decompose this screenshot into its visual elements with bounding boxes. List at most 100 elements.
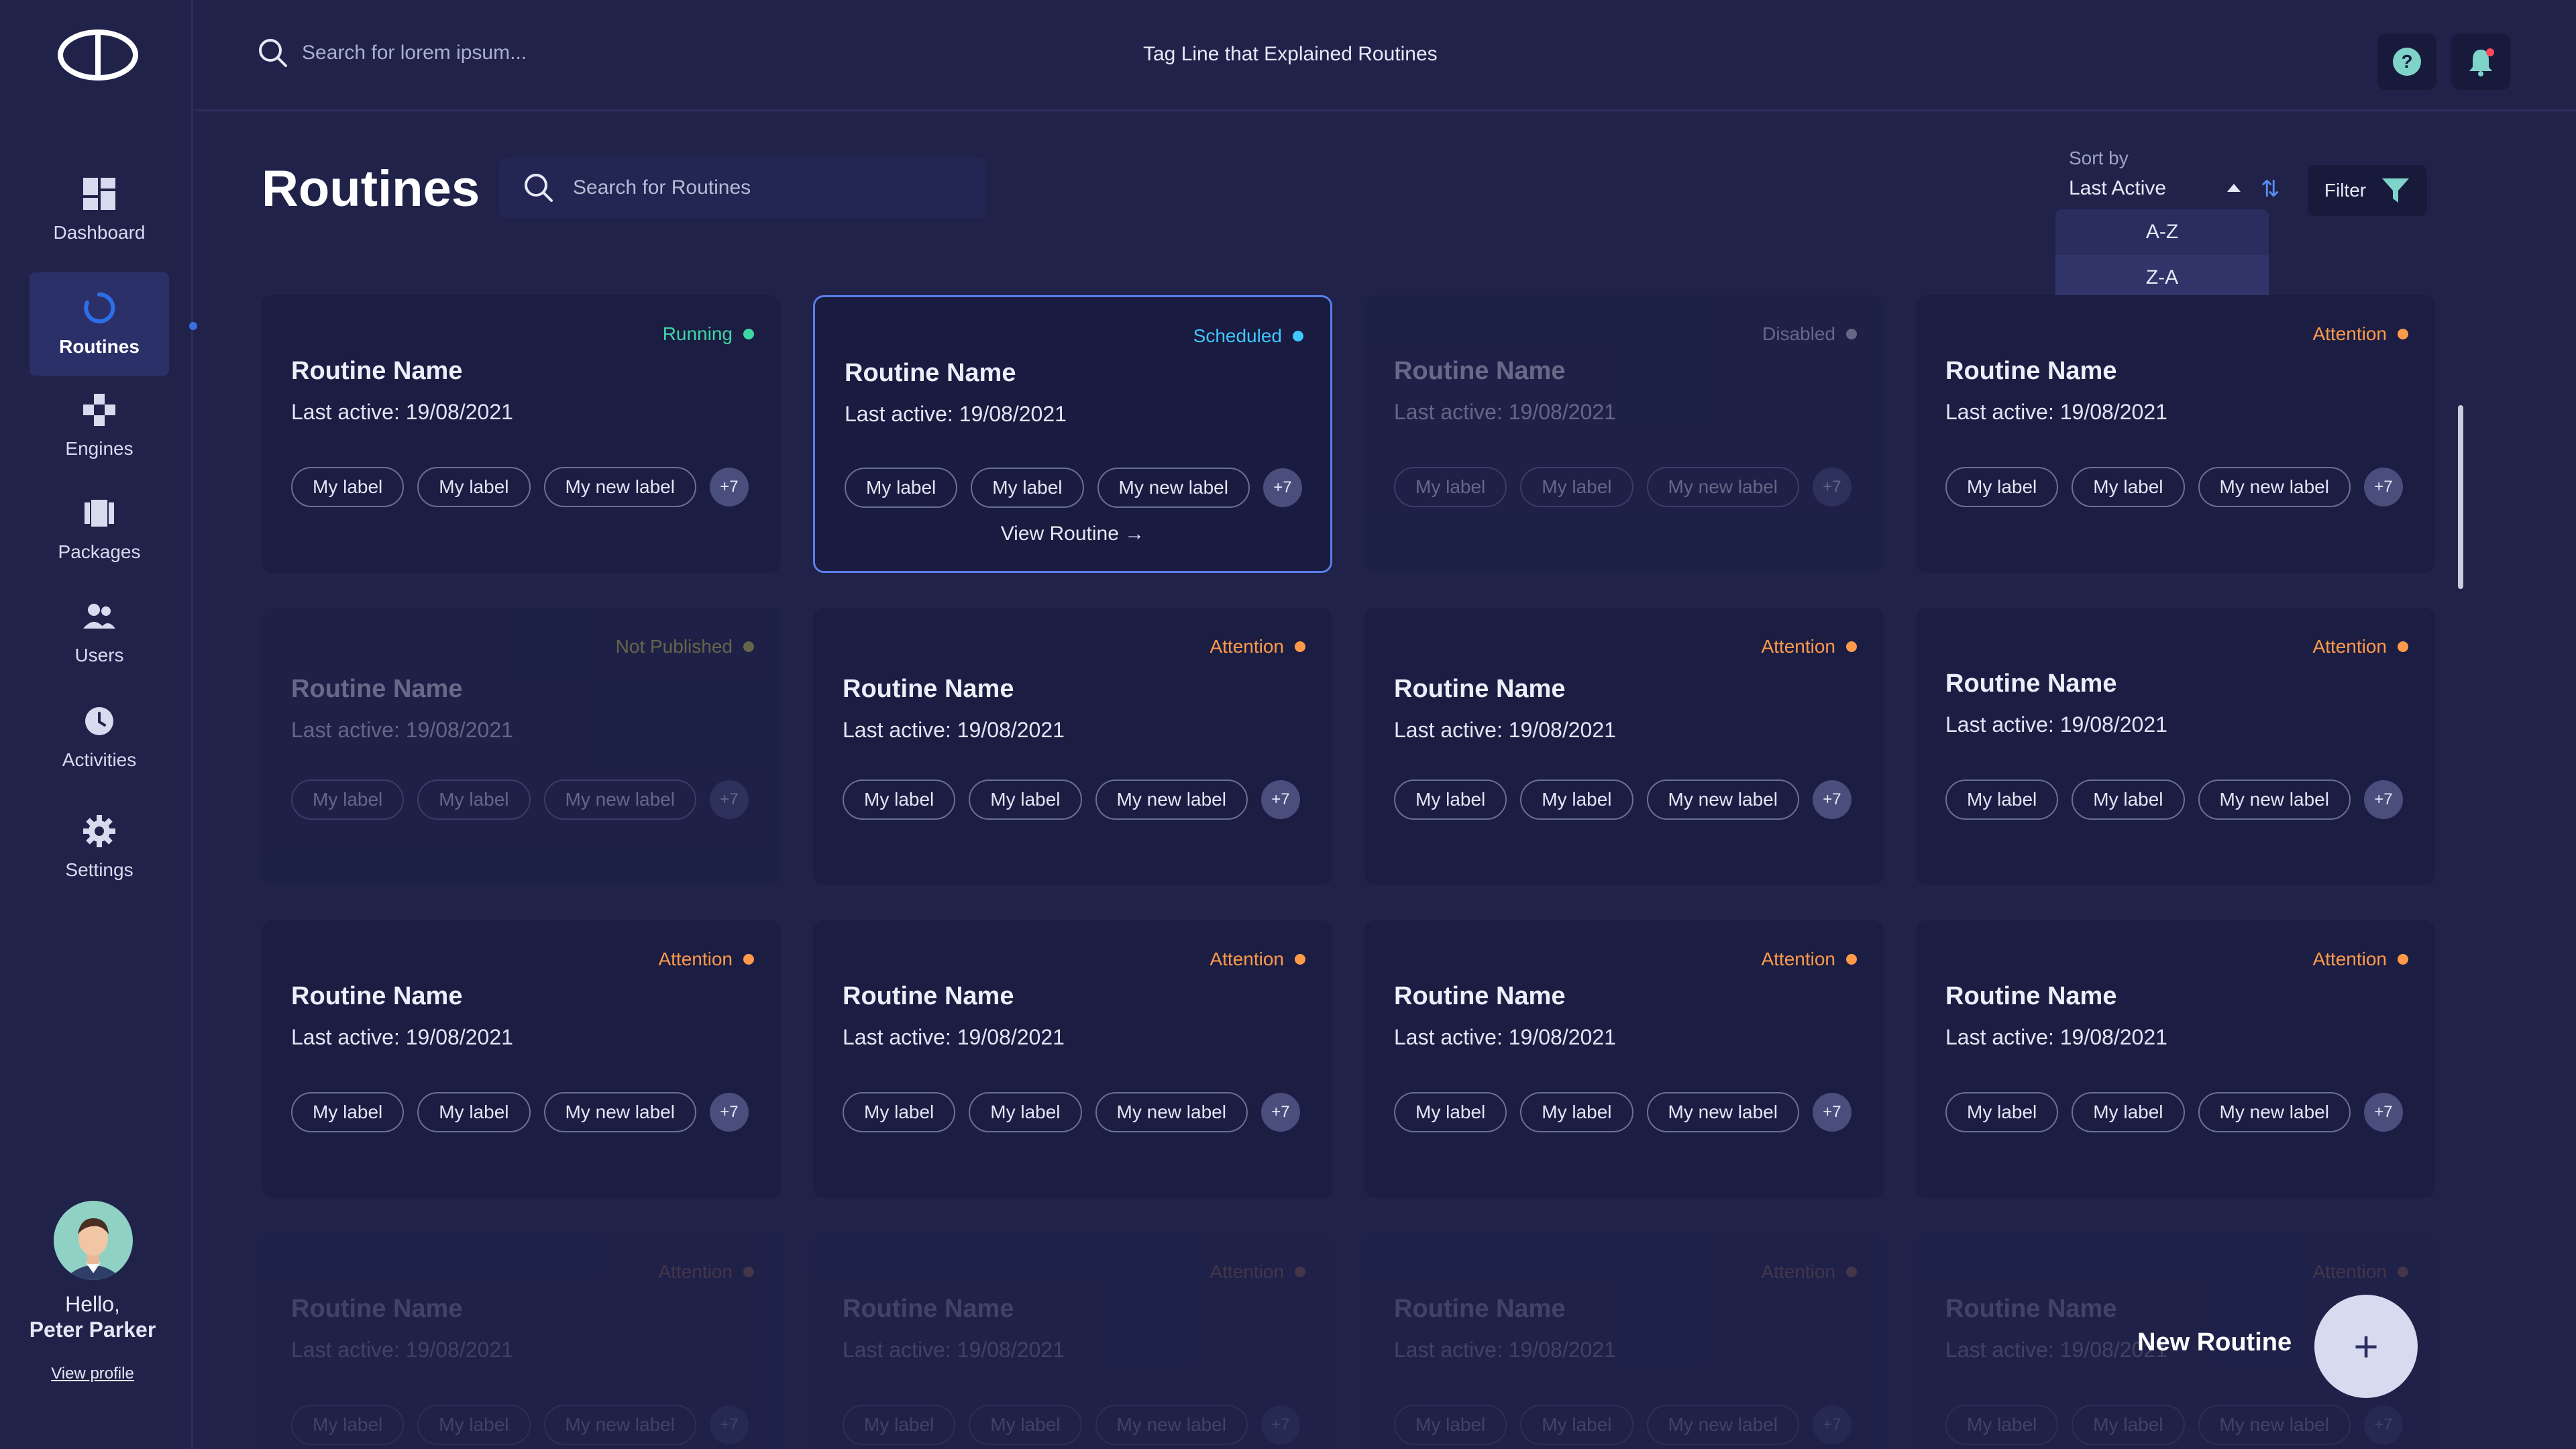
label-chip[interactable]: My label <box>1945 1405 2059 1445</box>
label-chip[interactable]: My new label <box>1646 1092 1799 1132</box>
sort-option-az[interactable]: A-Z <box>2055 209 2269 255</box>
label-chip[interactable]: My label <box>291 1092 405 1132</box>
routine-card[interactable]: Attention Routine Name Last active: 19/08/… <box>1916 608 2435 885</box>
sidebar-item-routines[interactable]: Routines <box>30 272 169 376</box>
more-labels-badge[interactable]: +7 <box>2363 1093 2403 1132</box>
routine-card[interactable]: Attention Routine Name Last active: 19/08/… <box>1364 608 1884 885</box>
label-chip[interactable]: My label <box>1945 780 2059 820</box>
more-labels-badge[interactable]: +7 <box>2363 468 2403 506</box>
routine-card[interactable]: Attention Routine Name Last active: 19/08/… <box>262 920 781 1198</box>
label-chip[interactable]: My label <box>1520 467 1633 507</box>
label-chip[interactable]: My new label <box>1646 1405 1799 1445</box>
more-labels-badge[interactable]: +7 <box>709 780 749 819</box>
label-chip[interactable]: My label <box>291 1405 405 1445</box>
label-chip[interactable]: My label <box>2072 1092 2185 1132</box>
add-routine-button[interactable]: + <box>2314 1295 2418 1398</box>
global-search-input[interactable]: Search for lorem ipsum... <box>302 42 527 64</box>
caret-up-icon[interactable] <box>2227 184 2241 192</box>
sort-select[interactable]: Last Active <box>2069 177 2166 200</box>
routine-card[interactable]: Scheduled Routine Name Last active: 19/08/… <box>813 295 1332 573</box>
label-chip[interactable]: My new label <box>1646 780 1799 820</box>
sidebar-item-users[interactable]: Users <box>30 581 169 684</box>
routine-card[interactable]: Attention Routine Name Last active: 19/08/… <box>1916 920 2435 1198</box>
label-chip[interactable]: My new label <box>543 1092 696 1132</box>
label-chip[interactable]: My label <box>1520 1405 1633 1445</box>
sidebar-item-dashboard[interactable]: Dashboard <box>30 158 169 262</box>
sort-option-za[interactable]: Z-A <box>2055 255 2269 301</box>
sidebar-item-packages[interactable]: Packages <box>30 478 169 581</box>
routine-card[interactable]: Attention Routine Name Last active: 19/08/… <box>813 1233 1332 1449</box>
label-chip[interactable]: My new label <box>1097 468 1250 508</box>
routine-card[interactable]: Attention Routine Name Last active: 19/08/… <box>813 920 1332 1198</box>
avatar[interactable] <box>54 1201 133 1280</box>
label-chip[interactable]: My new label <box>1095 1405 1248 1445</box>
label-chip[interactable]: My new label <box>543 780 696 820</box>
label-chip[interactable]: My label <box>1945 1092 2059 1132</box>
more-labels-badge[interactable]: +7 <box>1260 780 1300 819</box>
label-chip[interactable]: My label <box>845 468 958 508</box>
label-chip[interactable]: My label <box>1394 1405 1507 1445</box>
more-labels-badge[interactable]: +7 <box>1260 1093 1300 1132</box>
routine-card[interactable]: Attention Routine Name Last active: 19/08/… <box>262 1233 781 1449</box>
more-labels-badge[interactable]: +7 <box>1812 1093 1851 1132</box>
more-labels-badge[interactable]: +7 <box>2363 780 2403 819</box>
label-chip[interactable]: My new label <box>2198 467 2351 507</box>
routine-card[interactable]: Attention Routine Name Last active: 19/08/… <box>1916 295 2435 573</box>
routine-card[interactable]: Attention Routine Name Last active: 19/08/… <box>1364 920 1884 1198</box>
label-chip[interactable]: My label <box>2072 467 2185 507</box>
label-chip[interactable]: My label <box>969 1405 1082 1445</box>
label-chip[interactable]: My label <box>417 1092 531 1132</box>
label-chip[interactable]: My label <box>417 780 531 820</box>
label-chip[interactable]: My label <box>291 467 405 507</box>
routine-search-input[interactable]: Search for Routines <box>499 157 986 219</box>
label-chip[interactable]: My new label <box>1095 780 1248 820</box>
label-chip[interactable]: My label <box>1394 1092 1507 1132</box>
label-chip[interactable]: My label <box>2072 1405 2185 1445</box>
filter-button[interactable]: Filter <box>2308 165 2427 216</box>
routine-card[interactable]: Running Routine Name Last active: 19/08/20… <box>262 295 781 573</box>
label-chip[interactable]: My label <box>969 1092 1082 1132</box>
label-chip[interactable]: My label <box>417 1405 531 1445</box>
label-chip[interactable]: My label <box>417 467 531 507</box>
notifications-button[interactable] <box>2451 34 2510 90</box>
more-labels-badge[interactable]: +7 <box>709 1093 749 1132</box>
label-chip[interactable]: My new label <box>1095 1092 1248 1132</box>
sidebar-item-settings[interactable]: Settings <box>30 796 169 899</box>
more-labels-badge[interactable]: +7 <box>1812 468 1851 506</box>
more-labels-badge[interactable]: +7 <box>1812 780 1851 819</box>
scrollbar-thumb[interactable] <box>2458 405 2463 589</box>
sidebar-item-engines[interactable]: Engines <box>30 374 169 478</box>
label-chip[interactable]: My label <box>1945 467 2059 507</box>
label-chip[interactable]: My label <box>1520 780 1633 820</box>
label-chip[interactable]: My label <box>971 468 1084 508</box>
label-chip[interactable]: My label <box>1394 780 1507 820</box>
more-labels-badge[interactable]: +7 <box>709 1405 749 1444</box>
sidebar-item-activities[interactable]: Activities <box>30 686 169 789</box>
label-chip[interactable]: My label <box>843 780 956 820</box>
routine-card[interactable]: Not Published Routine Name Last active: 19… <box>262 608 781 885</box>
label-chip[interactable]: My label <box>1520 1092 1633 1132</box>
more-labels-badge[interactable]: +7 <box>1812 1405 1851 1444</box>
view-profile-link[interactable]: View profile <box>0 1364 185 1383</box>
label-chip[interactable]: My new label <box>2198 780 2351 820</box>
more-labels-badge[interactable]: +7 <box>1260 1405 1300 1444</box>
routine-card[interactable]: Attention Routine Name Last active: 19/08/… <box>813 608 1332 885</box>
label-chip[interactable]: My label <box>843 1405 956 1445</box>
label-chip[interactable]: My label <box>969 780 1082 820</box>
label-chip[interactable]: My new label <box>543 467 696 507</box>
label-chip[interactable]: My label <box>291 780 405 820</box>
more-labels-badge[interactable]: +7 <box>1263 468 1302 507</box>
label-chip[interactable]: My new label <box>543 1405 696 1445</box>
help-button[interactable]: ? <box>2377 34 2436 90</box>
label-chip[interactable]: My new label <box>1646 467 1799 507</box>
label-chip[interactable]: My label <box>843 1092 956 1132</box>
label-chip[interactable]: My new label <box>2198 1092 2351 1132</box>
sort-direction-icon[interactable]: ⇅ <box>2261 176 2280 203</box>
more-labels-badge[interactable]: +7 <box>709 468 749 506</box>
routine-card[interactable]: Attention Routine Name Last active: 19/08/… <box>1364 1233 1884 1449</box>
routine-card[interactable]: Disabled Routine Name Last active: 19/08/2… <box>1364 295 1884 573</box>
label-chip[interactable]: My label <box>2072 780 2185 820</box>
label-chip[interactable]: My new label <box>2198 1405 2351 1445</box>
app-logo[interactable] <box>56 27 140 83</box>
more-labels-badge[interactable]: +7 <box>2363 1405 2403 1444</box>
